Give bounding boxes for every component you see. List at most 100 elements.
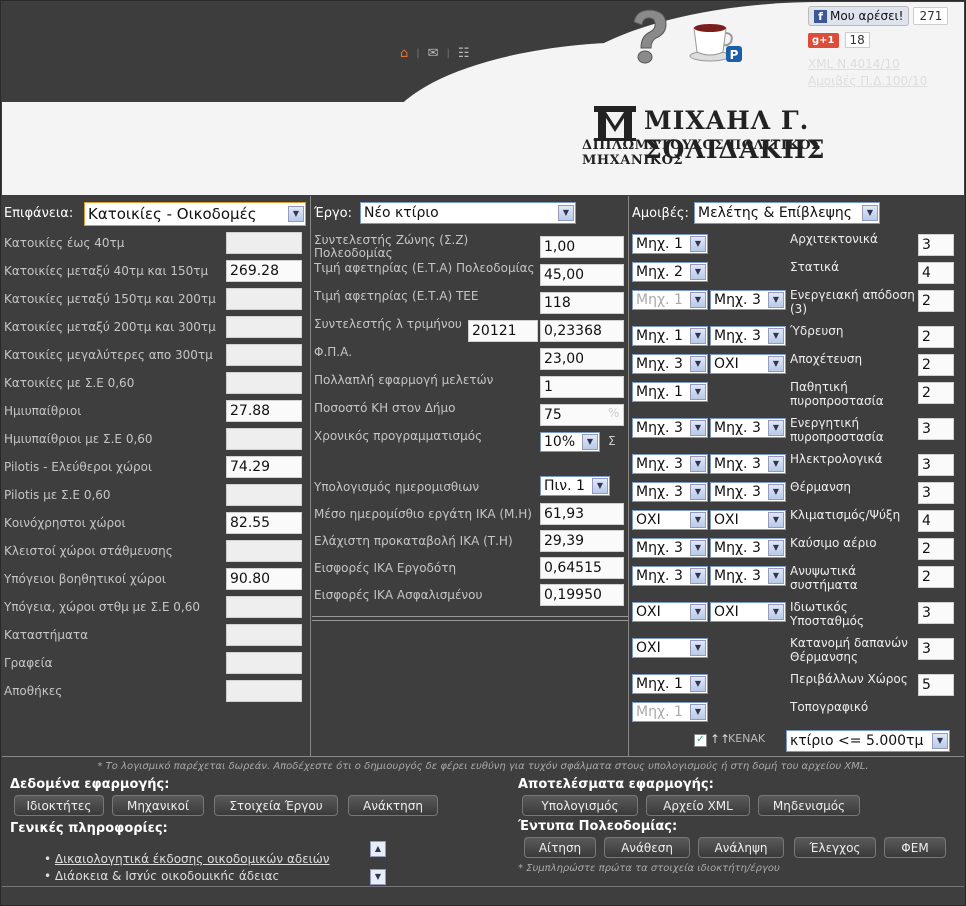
fee-category-input[interactable]: 2	[918, 382, 954, 404]
calculate-button[interactable]: Υπολογισμός	[522, 795, 638, 816]
owners-button[interactable]: Ιδιοκτήτες	[14, 795, 104, 816]
project-value-input[interactable]: 1,00	[540, 236, 624, 258]
application-button[interactable]: Αίτηση	[524, 837, 596, 858]
engineer-a-select[interactable]: Μηχ. 3 ▼	[632, 566, 708, 586]
fee-category-input[interactable]: 2	[918, 326, 954, 348]
fee-category-input[interactable]: 3	[918, 418, 954, 440]
project-value-input[interactable]: 118	[540, 292, 624, 314]
info-scrollbar[interactable]: ▲ ▼	[370, 841, 386, 885]
wage-value-input[interactable]: 61,93	[540, 503, 624, 525]
gplus-button[interactable]: g+1	[808, 32, 839, 48]
engineer-a-select[interactable]: Μηχ. 1 ▼	[632, 382, 708, 402]
sitemap-icon[interactable]: ☷	[458, 46, 470, 61]
engineer-a-select[interactable]: ΟΧΙ ▼	[632, 510, 708, 530]
engineer-a-select[interactable]: ΟΧΙ ▼	[632, 602, 708, 622]
surface-area-input[interactable]: 74.29	[226, 456, 302, 478]
fee-category-input[interactable]: 3	[918, 638, 954, 660]
engineer-a-select[interactable]: Μηχ. 1 ▼	[632, 702, 708, 722]
fee-category-input[interactable]: 2	[918, 538, 954, 560]
surface-area-input[interactable]	[226, 624, 302, 646]
engineer-b-select[interactable]: ΟΧΙ ▼	[710, 602, 786, 622]
fee-category-input[interactable]: 3	[918, 454, 954, 476]
surface-area-input[interactable]	[226, 484, 302, 506]
facebook-like-button[interactable]: f Μου αρέσει!	[808, 6, 910, 26]
engineer-b-select[interactable]: Μηχ. 3 ▼	[710, 290, 786, 310]
engineer-a-select[interactable]: Μηχ. 1 ▼	[632, 326, 708, 346]
engineer-b-select[interactable]: ΟΧΙ ▼	[710, 510, 786, 530]
surface-area-input[interactable]	[226, 288, 302, 310]
mail-icon[interactable]: ✉	[428, 46, 439, 61]
engineer-a-select[interactable]: Μηχ. 3 ▼	[632, 354, 708, 374]
surface-area-input[interactable]	[226, 232, 302, 254]
scroll-down-icon[interactable]: ▼	[370, 869, 386, 885]
fees-select[interactable]: Μελέτης & Επίβλεψης ▼	[694, 202, 880, 224]
engineer-a-select[interactable]: Μηχ. 1 ▼	[632, 290, 708, 310]
engineer-a-select[interactable]: ΟΧΙ ▼	[632, 638, 708, 658]
help-question-icon[interactable]	[626, 8, 670, 64]
surface-area-input[interactable]	[226, 680, 302, 702]
acceptance-button[interactable]: Ανάληψη	[698, 837, 784, 858]
scroll-up-icon[interactable]: ▲	[370, 841, 386, 857]
info-link-permits[interactable]: Δικαιολογητικά έκδοσης οικοδομικών αδειώ…	[55, 852, 330, 866]
fee-category-input[interactable]: 3	[918, 482, 954, 504]
engineer-a-select[interactable]: Μηχ. 3 ▼	[632, 538, 708, 558]
fee-category-input[interactable]: 2	[918, 566, 954, 588]
surface-area-input[interactable]: 27.88	[226, 400, 302, 422]
engineer-b-select[interactable]: Μηχ. 3 ▼	[710, 418, 786, 438]
surface-select[interactable]: Κατοικίες - Οικοδομές ▼	[84, 202, 306, 226]
engineers-button[interactable]: Μηχανικοί	[112, 795, 204, 816]
engineer-a-select[interactable]: Μηχ. 2 ▼	[632, 262, 708, 282]
schedule-select[interactable]: 10% ▼	[540, 432, 600, 452]
fee-category-input[interactable]: 3	[918, 602, 954, 624]
surface-area-input[interactable]	[226, 344, 302, 366]
fee-category-input[interactable]: 2	[918, 290, 954, 312]
xml-law-link[interactable]: XML N.4014/10	[808, 56, 927, 73]
surface-area-input[interactable]: 269.28	[226, 260, 302, 282]
engineer-b-select[interactable]: Μηχ. 3 ▼	[710, 482, 786, 502]
engineer-a-select[interactable]: Μηχ. 1 ▼	[632, 234, 708, 254]
engineer-a-select[interactable]: Μηχ. 1 ▼	[632, 674, 708, 694]
surface-area-input[interactable]	[226, 596, 302, 618]
engineer-b-select[interactable]: ΟΧΙ ▼	[710, 354, 786, 374]
home-icon[interactable]: ⌂	[400, 46, 408, 61]
assignment-button[interactable]: Ανάθεση	[604, 837, 690, 858]
restore-button[interactable]: Ανάκτηση	[348, 795, 438, 816]
fee-category-input[interactable]: 2	[918, 354, 954, 376]
surface-area-input[interactable]	[226, 316, 302, 338]
engineer-a-select[interactable]: Μηχ. 3 ▼	[632, 454, 708, 474]
project-value-input[interactable]: 1	[540, 376, 624, 398]
engineer-b-select[interactable]: Μηχ. 3 ▼	[710, 326, 786, 346]
info-link-duration[interactable]: Διάρκεια & Ισχύς οικοδομικής άδειας	[55, 869, 280, 880]
surface-area-input[interactable]: 90.80	[226, 568, 302, 590]
building-size-select[interactable]: κτίριο <= 5.000τμ ▼	[786, 730, 950, 752]
fee-category-input[interactable]: 4	[918, 262, 954, 284]
fee-category-input[interactable]: 5	[918, 674, 954, 696]
engineer-a-select[interactable]: Μηχ. 3 ▼	[632, 482, 708, 502]
project-value-input[interactable]: 23,00	[540, 348, 624, 370]
wage-value-input[interactable]: 29,39	[540, 530, 624, 552]
wage-table-select[interactable]: Πιν. 1 ▼	[540, 476, 610, 496]
surface-area-input[interactable]	[226, 652, 302, 674]
check-button[interactable]: Έλεγχος	[794, 837, 876, 858]
reset-button[interactable]: Μηδενισμός	[758, 795, 860, 816]
engineer-b-select[interactable]: Μηχ. 3 ▼	[710, 454, 786, 474]
project-value-input[interactable]: 45,00	[540, 264, 624, 286]
engineer-a-select[interactable]: Μηχ. 3 ▼	[632, 418, 708, 438]
quarter-code-input[interactable]: 20121	[468, 320, 538, 342]
engineer-b-select[interactable]: Μηχ. 3 ▼	[710, 566, 786, 586]
kenak-checkbox[interactable]: ✓	[694, 734, 707, 747]
project-select[interactable]: Νέο κτίριο ▼	[360, 202, 576, 224]
fee-category-input[interactable]: 4	[918, 510, 954, 532]
surface-area-input[interactable]: 82.55	[226, 512, 302, 534]
surface-area-input[interactable]	[226, 540, 302, 562]
surface-area-input[interactable]	[226, 428, 302, 450]
engineer-b-select[interactable]: Μηχ. 3 ▼	[710, 538, 786, 558]
project-data-button[interactable]: Στοιχεία Έργου	[214, 795, 338, 816]
fees-decree-link[interactable]: Αμοιβές Π.Δ.100/10	[808, 73, 927, 90]
project-value-input[interactable]: 0,23368	[540, 320, 624, 342]
fee-category-input[interactable]: 3	[918, 234, 954, 256]
wage-value-input[interactable]: 0,64515	[540, 557, 624, 579]
xml-file-button[interactable]: Αρχείο XML	[646, 795, 750, 816]
wage-value-input[interactable]: 0,19950	[540, 584, 624, 606]
fem-button[interactable]: ΦΕΜ	[884, 837, 946, 858]
